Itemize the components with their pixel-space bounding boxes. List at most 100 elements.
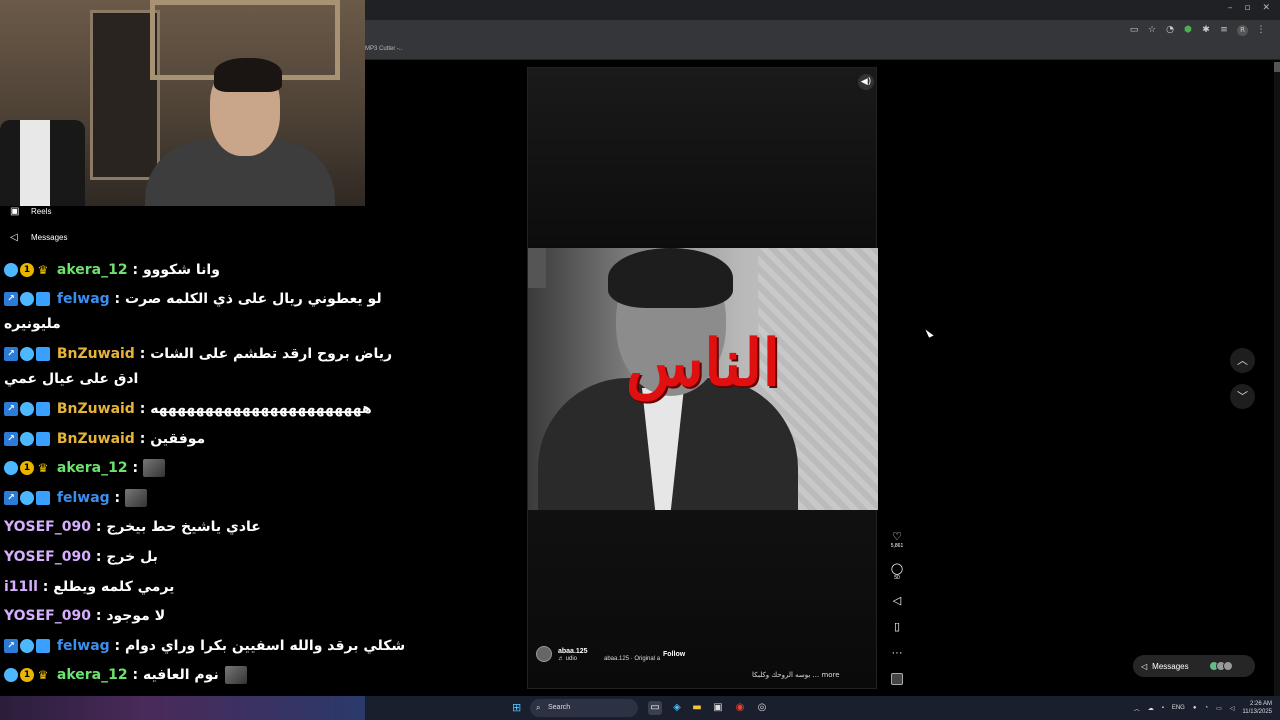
previous-reel-button[interactable]: ︿ (1230, 348, 1255, 373)
shield-extension-icon[interactable]: ⬢ (1183, 25, 1193, 35)
install-app-icon[interactable]: ▭ (1129, 25, 1139, 35)
chat-text: رياض بروح ارقد تطشم على الشات (150, 346, 393, 362)
media-icon[interactable]: ≡ (1219, 25, 1229, 35)
chat-text: هههههههههههههههههههههههه (150, 401, 372, 417)
follow-button[interactable]: Follow (663, 651, 685, 658)
mouse-cursor-icon (925, 327, 934, 338)
reel-video[interactable]: الناس (528, 248, 878, 510)
volume-icon[interactable]: ◁ (1230, 705, 1235, 712)
messages-pill-button[interactable]: ◁ Messages (1133, 655, 1255, 677)
chat-username[interactable]: BnZuwaid (57, 431, 135, 447)
chat-username[interactable]: akera_12 (57, 460, 128, 476)
chat-username[interactable]: BnZuwaid (57, 401, 135, 417)
author-name[interactable]: abaa.125 (558, 647, 588, 656)
task-view-icon[interactable]: ▭ (648, 701, 662, 715)
chat-badge-icon (20, 432, 34, 446)
chat-message: YOSEF_090 : عادي ياشيخ حط بيخرج (4, 516, 354, 538)
app-icon[interactable]: ◈ (670, 701, 684, 715)
network-icon[interactable]: ◔ (1204, 705, 1208, 711)
send-icon: ◁ (10, 232, 18, 243)
audio-thumbnail[interactable] (891, 673, 903, 685)
puzzle-extensions-icon[interactable]: ✱ (1201, 25, 1211, 35)
chat-text: بل خرج (106, 549, 158, 565)
store-icon[interactable]: ▣ (711, 701, 725, 715)
sidebar-item-messages[interactable]: ◁ Messages (10, 232, 67, 243)
chrome-icon[interactable]: ◉ (733, 701, 747, 715)
cloud-icon[interactable]: ☁ (1148, 705, 1154, 712)
chat-emote-icon (125, 489, 148, 507)
sidebar-item-reels[interactable]: ▣ Reels (10, 206, 51, 217)
restore-button[interactable]: ▫ (1244, 3, 1250, 13)
next-reel-button[interactable]: ﹀ (1230, 384, 1255, 409)
scrollbar-thumb[interactable] (1274, 62, 1280, 72)
chat-badge-icon: ↗ (4, 491, 18, 505)
chat-badge-icon (36, 402, 50, 416)
chat-badge-icon: 1 (20, 263, 34, 277)
chat-text: موفقين (150, 431, 206, 447)
chat-text: وانا شكووو (142, 262, 220, 278)
chat-message-continuation: ادق على عيال عمي (4, 371, 139, 387)
bookmark-item[interactable]: MP3 Cutter -.. (365, 46, 402, 52)
share-button[interactable]: ◁ (887, 595, 907, 607)
page-scrollbar[interactable] (1274, 62, 1280, 696)
menu-kebab-icon[interactable]: ⋮ (1256, 25, 1266, 35)
like-button[interactable]: ♡ 5,861 (887, 531, 907, 550)
bookmark-icon: ▯ (893, 621, 901, 633)
chat-username[interactable]: YOSEF_090 (4, 519, 91, 535)
windows-taskbar: ⊞ ⌕ Search ▭ ◈ ▬ ▣ ◉ ◎ ︿ ☁ ▪ ENG ● ◔ ▭ ◁… (0, 696, 1280, 720)
reel-author[interactable]: abaa.125 ♬ udio (536, 646, 588, 662)
windows-start-icon[interactable]: ⊞ (512, 702, 524, 714)
battery-icon[interactable]: ▭ (1216, 705, 1222, 712)
chat-badges: ↗ (4, 398, 52, 420)
author-audio-short: ♬ udio (558, 655, 578, 662)
chat-username[interactable]: YOSEF_090 (4, 608, 91, 624)
chat-separator: : (127, 667, 143, 683)
taskbar-search-input[interactable]: ⌕ Search (530, 699, 638, 717)
chat-badge-icon: ↗ (4, 347, 18, 361)
app-icon[interactable]: ◎ (755, 701, 769, 715)
chat-separator: : (134, 401, 151, 417)
chat-username[interactable]: akera_12 (57, 667, 128, 683)
extension-icon[interactable]: ◔ (1165, 25, 1175, 35)
language-indicator[interactable]: ENG (1172, 705, 1185, 711)
profile-avatar-icon[interactable]: R (1237, 25, 1248, 36)
chat-separator: : (127, 460, 143, 476)
more-options-button[interactable]: ··· (887, 647, 907, 659)
save-button[interactable]: ▯ (887, 621, 907, 633)
audio-label[interactable]: abaa.125 · Original a (604, 656, 660, 662)
chat-username[interactable]: i11ll (4, 579, 38, 595)
minimize-button[interactable]: – (1228, 3, 1233, 13)
chat-text: لا موجود (106, 608, 166, 624)
app-tray-icon[interactable]: ▪ (1162, 705, 1164, 711)
video-person-hair (608, 248, 733, 308)
reel-player[interactable]: ◀) الناس abaa.125 ♬ udio abaa.125 · Orig… (527, 67, 878, 689)
chat-username[interactable]: felwag (57, 291, 110, 307)
system-tray: ︿ ☁ ▪ ENG ● ◔ ▭ ◁ 2:26 AM 11/13/2025 (1134, 696, 1280, 720)
tray-chevron-icon[interactable]: ︿ (1134, 704, 1140, 713)
taskbar-clock[interactable]: 2:26 AM 11/13/2025 (1242, 700, 1272, 716)
webcam-chair-stripe (20, 120, 50, 206)
chat-separator: : (37, 579, 54, 595)
chat-username[interactable]: felwag (57, 490, 110, 506)
sound-toggle-button[interactable]: ◀) (858, 74, 874, 90)
bookmark-star-icon[interactable]: ☆ (1147, 25, 1157, 35)
webcam-person-hair (214, 58, 282, 92)
close-window-button[interactable]: ✕ (1262, 3, 1270, 13)
chat-username[interactable]: felwag (57, 638, 110, 654)
sidebar-item-label: Reels (31, 207, 52, 216)
file-explorer-icon[interactable]: ▬ (690, 701, 704, 715)
comment-button[interactable]: ◯ 50 (887, 563, 907, 582)
chat-username[interactable]: YOSEF_090 (4, 549, 91, 565)
search-placeholder: Search (548, 704, 571, 711)
chat-username[interactable]: BnZuwaid (57, 346, 135, 362)
chat-message: ↗ BnZuwaid : هههههههههههههههههههههههه (4, 398, 372, 420)
chat-username[interactable]: akera_12 (57, 262, 128, 278)
avatar (1222, 661, 1233, 671)
chat-emote-icon (142, 459, 165, 477)
chat-separator: : (90, 608, 107, 624)
chat-badges: ↗ (4, 635, 52, 657)
author-avatar[interactable] (536, 646, 552, 662)
mic-icon[interactable]: ● (1193, 705, 1197, 711)
reel-description[interactable]: بوسه الروحك وكلبكا ... more (752, 671, 840, 679)
reels-icon: ▣ (10, 206, 20, 217)
